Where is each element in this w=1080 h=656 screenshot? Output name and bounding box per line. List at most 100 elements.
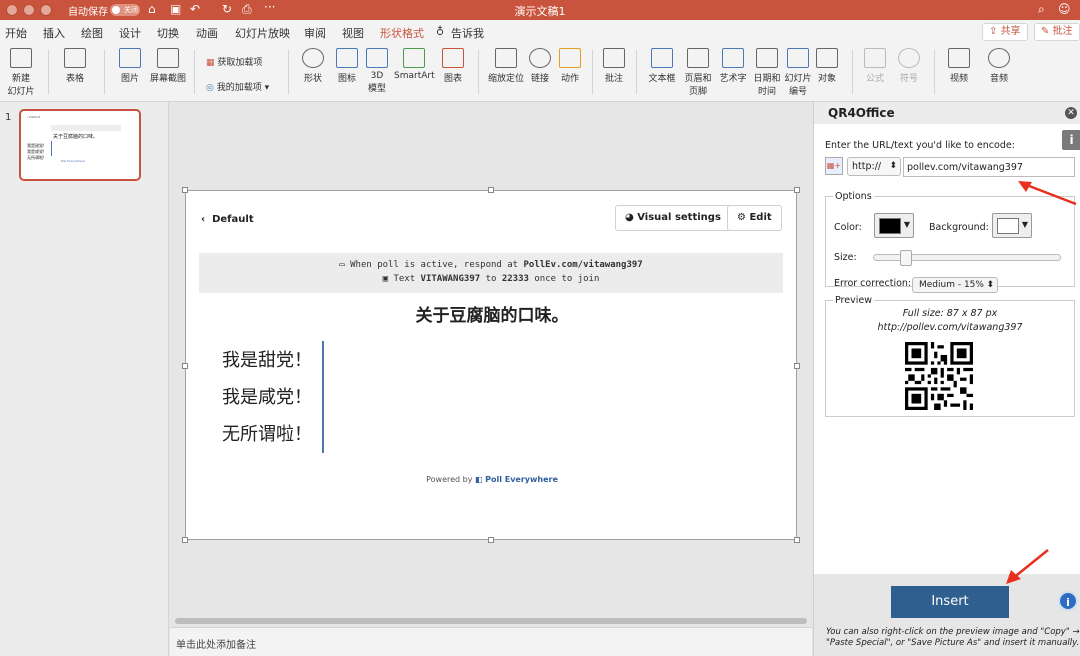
thumb-header: ‹ Default	[27, 115, 41, 119]
poll-everywhere-logo-icon: ◧	[475, 475, 483, 484]
zoom-button[interactable]: 缩放定位	[486, 48, 526, 84]
textbox-button[interactable]: 文本框	[646, 48, 678, 84]
qr-code-preview[interactable]	[905, 342, 973, 410]
shapes-label: 形状	[303, 74, 322, 84]
new-slide-button[interactable]: 新建 幻灯片	[6, 48, 36, 97]
insert-comment-label: 批注	[604, 74, 623, 84]
resize-handle[interactable]	[182, 537, 188, 543]
tab-shape-format[interactable]: 形状格式	[380, 25, 424, 41]
video-button[interactable]: 视频	[944, 48, 974, 84]
notes-placeholder: 单击此处添加备注	[176, 640, 256, 651]
symbol-button[interactable]: 符号	[896, 48, 922, 84]
object-button[interactable]: 对象	[814, 48, 840, 84]
poll-option: 我是咸党！	[222, 387, 312, 408]
gear-icon: ⚙	[737, 212, 746, 223]
equation-button[interactable]: 公式	[862, 48, 888, 84]
insert-button[interactable]: Insert	[891, 586, 1009, 618]
chart-button[interactable]: 图表	[440, 48, 466, 84]
datetime-button[interactable]: 日期和 时间	[752, 48, 782, 97]
resize-handle[interactable]	[488, 537, 494, 543]
background-picker[interactable]: ▼	[992, 213, 1032, 238]
screenshot-button[interactable]: 屏幕截图	[150, 48, 186, 84]
dropdown-arrow-icon: ▼	[903, 220, 910, 229]
help-info-icon[interactable]: i	[1058, 591, 1078, 611]
my-addins-button[interactable]: ◎ 我的加载项 ▾	[206, 80, 269, 93]
icons-icon	[336, 48, 358, 68]
account-icon[interactable]: ☺	[1058, 2, 1071, 16]
size-slider-thumb[interactable]	[900, 250, 913, 266]
picture-button[interactable]: 图片	[114, 48, 146, 84]
protocol-select[interactable]: http://	[847, 157, 901, 176]
close-icon[interactable]: ✕	[1065, 107, 1077, 119]
header-footer-button[interactable]: 页眉和 页脚	[682, 48, 714, 97]
ribbon-divider	[934, 50, 935, 94]
3d-model-button[interactable]: 3D 模型	[364, 48, 390, 94]
back-link[interactable]: ‹ Default	[201, 214, 254, 225]
action-button[interactable]: 动作	[558, 48, 582, 84]
slide-number: 1	[5, 112, 12, 123]
powered-brand: Poll Everywhere	[485, 475, 558, 484]
edit-button[interactable]: ⚙ Edit	[727, 205, 782, 231]
slide-thumbnail[interactable]: ‹ Default 关于豆腐脑的口味。 我是甜党! 我是咸党! 无所谓啦! Poll…	[19, 109, 141, 181]
equation-icon	[864, 48, 886, 68]
pane-header: QR4Office ✕	[814, 102, 1080, 124]
horizontal-scrollbar[interactable]	[175, 618, 807, 624]
tab-draw[interactable]: 绘图	[81, 25, 103, 41]
tab-view[interactable]: 视图	[342, 25, 364, 41]
chart-label: 图表	[443, 74, 462, 84]
annotation-arrow-icon	[1018, 181, 1077, 206]
share-button[interactable]: ⇪ 共享	[982, 23, 1028, 41]
tab-slideshow[interactable]: 幻灯片放映	[235, 25, 290, 41]
header-footer-label: 页眉和 页脚	[684, 74, 712, 97]
zoom-label: 缩放定位	[487, 74, 524, 84]
size-slider[interactable]	[873, 250, 1061, 266]
respond-number: 22333	[501, 274, 529, 284]
slide[interactable]: ‹ Default ◕ Visual settings ⚙ Edit ▭ Whe…	[182, 187, 800, 543]
table-button[interactable]: 表格	[60, 48, 90, 84]
preview-legend: Preview	[835, 295, 872, 306]
insert-comment-button[interactable]: 批注	[602, 48, 626, 84]
size-label: Size:	[834, 252, 857, 263]
background-label: Background:	[929, 222, 989, 233]
info-icon[interactable]: i	[1062, 130, 1080, 150]
ribbon-divider	[592, 50, 593, 94]
tab-home[interactable]: 开始	[5, 25, 27, 41]
smartart-button[interactable]: SmartArt	[394, 48, 435, 81]
powered-by: Powered by ◧ Poll Everywhere	[186, 475, 798, 484]
error-correction-select[interactable]: Medium - 15%	[912, 277, 998, 293]
icons-button[interactable]: 图标	[334, 48, 360, 84]
resize-handle[interactable]	[794, 537, 800, 543]
resize-handle[interactable]	[794, 363, 800, 369]
wordart-button[interactable]: 艺术字	[718, 48, 748, 84]
document-title: 演示文稿1	[514, 5, 566, 18]
tab-insert[interactable]: 插入	[43, 25, 65, 46]
picture-label: 图片	[120, 74, 139, 84]
search-icon[interactable]: ⌕	[1038, 2, 1045, 17]
link-button[interactable]: 链接	[528, 48, 552, 84]
title-bar: 自动保存 关闭 ⌂ ▣ ↶ ↻ ⎙ ··· 演示文稿1 ⌕ ☺	[0, 0, 1080, 20]
video-label: 视频	[949, 74, 968, 84]
tab-tell-me[interactable]: 告诉我	[451, 25, 484, 41]
get-addins-button[interactable]: ▦ 获取加载项	[206, 55, 262, 68]
shapes-button[interactable]: 形状	[298, 48, 328, 84]
ribbon-divider	[48, 50, 49, 94]
color-picker[interactable]: ▼	[874, 213, 914, 238]
tab-transitions[interactable]: 切换	[157, 25, 179, 41]
qr-type-icon[interactable]: ▦+	[825, 157, 843, 175]
url-input[interactable]	[903, 157, 1075, 177]
resize-handle[interactable]	[182, 363, 188, 369]
notes-pane[interactable]: 单击此处添加备注	[170, 627, 812, 656]
chevron-left-icon: ‹	[201, 214, 206, 225]
slide-number-button[interactable]: 幻灯片 编号	[784, 48, 812, 97]
slide-canvas: ‹ Default ◕ Visual settings ⚙ Edit ▭ Whe…	[170, 102, 812, 627]
visual-settings-button[interactable]: ◕ Visual settings	[615, 205, 731, 231]
audio-button[interactable]: 音频	[984, 48, 1014, 84]
header-footer-icon	[687, 48, 709, 68]
comment-icon	[603, 48, 625, 68]
tab-design[interactable]: 设计	[119, 25, 141, 41]
tab-animations[interactable]: 动画	[196, 25, 218, 41]
comment-button[interactable]: ✎ 批注	[1034, 23, 1080, 41]
new-slide-icon	[10, 48, 32, 68]
tab-review[interactable]: 审阅	[304, 25, 326, 41]
ribbon-divider	[852, 50, 853, 94]
